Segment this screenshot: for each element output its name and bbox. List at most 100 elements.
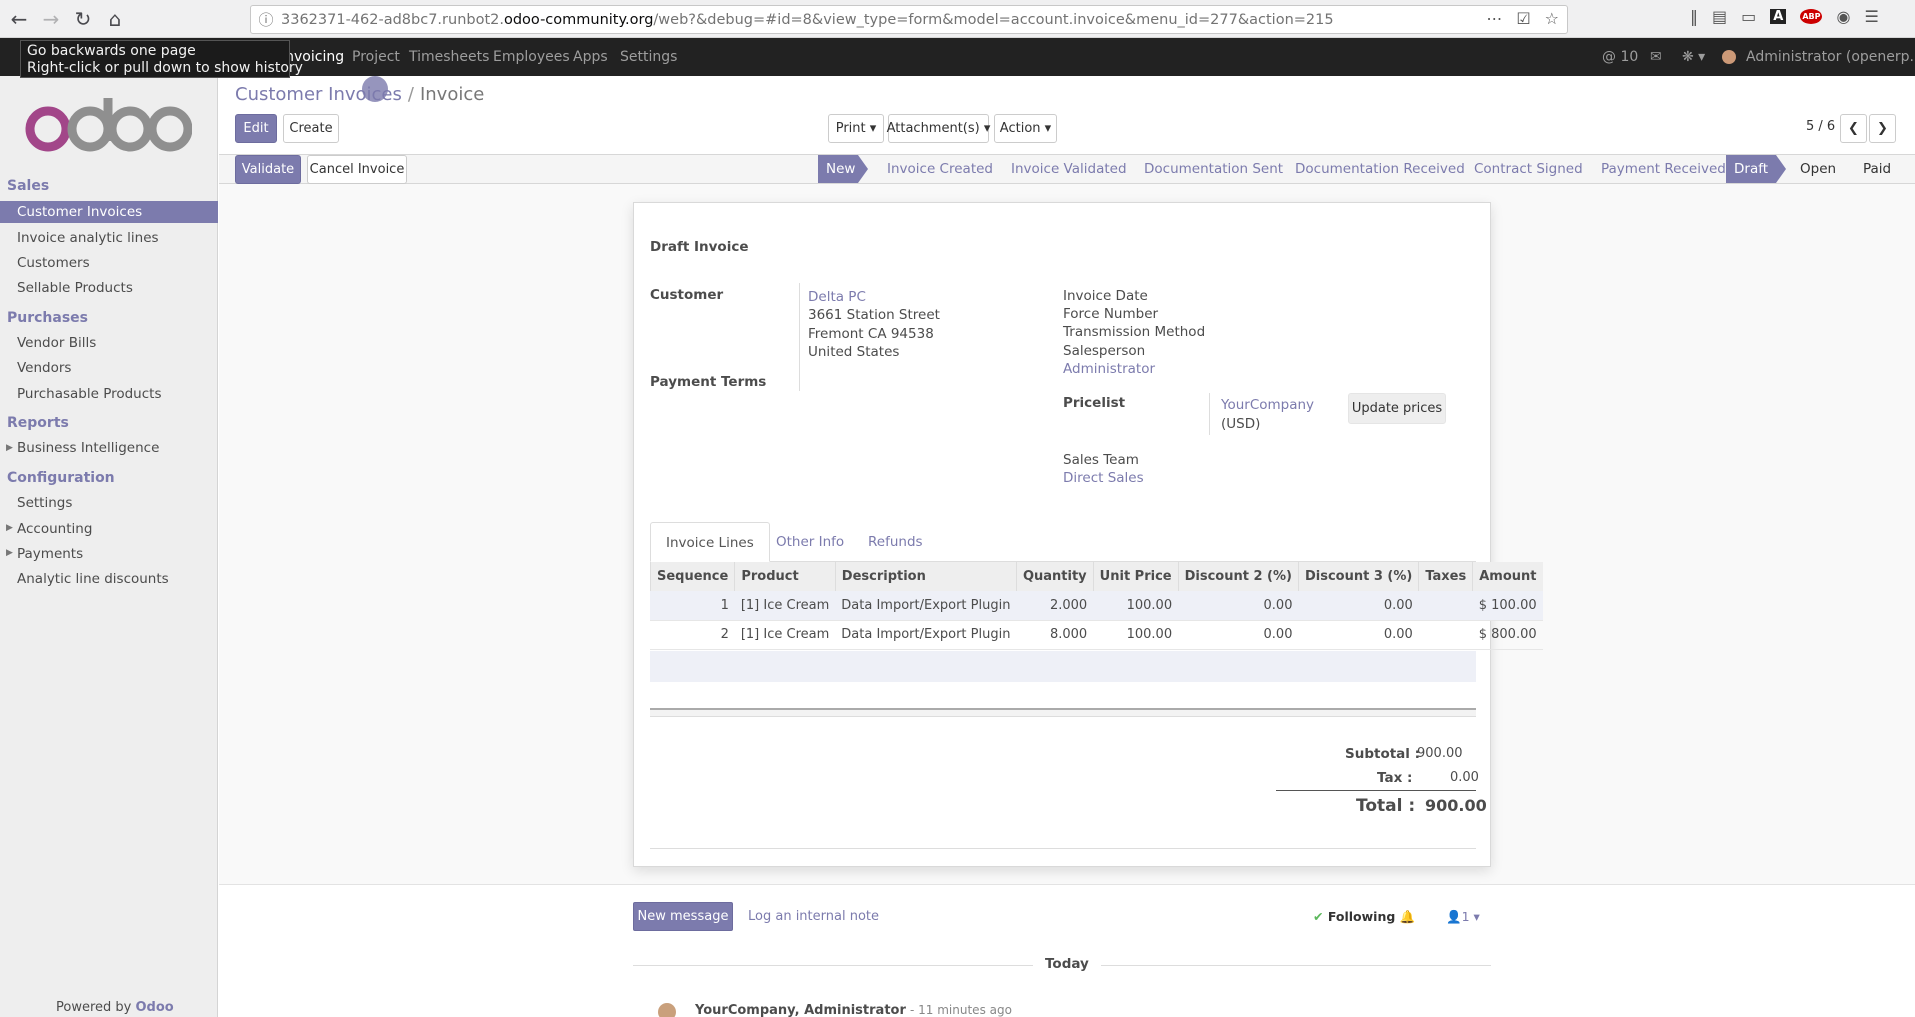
message-author[interactable]: YourCompany, Administrator <box>695 1003 906 1017</box>
stage-documentation-received[interactable]: Documentation Received <box>1287 155 1473 183</box>
reader-icon[interactable]: ▭ <box>1741 7 1756 26</box>
sidebar-item-invoice-analytic-lines[interactable]: Invoice analytic lines <box>0 227 218 249</box>
stage-invoice-created[interactable]: Invoice Created <box>879 155 1001 183</box>
pager-value[interactable]: 5 / 6 <box>1806 119 1835 134</box>
invoice-title: Draft Invoice <box>650 239 749 255</box>
home-icon[interactable]: ⌂ <box>102 6 128 32</box>
table-row[interactable]: 1 [1] Ice Cream Data Import/Export Plugi… <box>650 591 1543 621</box>
nav-apps[interactable]: Apps <box>573 49 608 65</box>
salesperson-link[interactable]: Administrator <box>1063 361 1155 377</box>
total-separator <box>1276 790 1476 791</box>
sidebar-item-settings[interactable]: Settings <box>0 492 218 514</box>
tab-invoice-lines[interactable]: Invoice Lines <box>650 522 770 562</box>
sync-icon[interactable]: ▤ <box>1712 7 1727 26</box>
sidebar-item-customers[interactable]: Customers <box>0 252 218 274</box>
log-note-link[interactable]: Log an internal note <box>748 909 879 924</box>
stage-invoice-validated[interactable]: Invoice Validated <box>1003 155 1135 183</box>
col-quantity[interactable]: Quantity <box>1015 562 1094 591</box>
pager-previous-icon[interactable]: ❮ <box>1840 114 1867 143</box>
forward-icon[interactable]: → <box>38 6 64 32</box>
subtotal-value: 900.00 <box>1417 746 1463 761</box>
new-message-button[interactable]: New message <box>633 902 733 931</box>
col-amount[interactable]: Amount <box>1472 562 1543 591</box>
cell-description: Data Import/Export Plugin <box>835 591 1017 621</box>
debug-bug-icon[interactable]: ❋ ▾ <box>1682 49 1705 65</box>
tab-refunds[interactable]: Refunds <box>853 522 938 562</box>
user-menu[interactable]: Administrator (openerp... <box>1746 49 1915 65</box>
sidebar-item-purchasable-products[interactable]: Purchasable Products <box>0 383 218 405</box>
print-button[interactable]: Print ▾ <box>828 114 884 143</box>
col-product[interactable]: Product <box>734 562 836 591</box>
url-bar[interactable]: ⓘ 3362371-462-ad8bc7.runbot2.odoo-commun… <box>250 5 1568 34</box>
nav-project[interactable]: Project <box>352 49 400 65</box>
pager-next-icon[interactable]: ❯ <box>1869 114 1896 143</box>
sidebar-item-analytic-line-discounts[interactable]: Analytic line discounts <box>0 568 218 590</box>
cancel-invoice-button[interactable]: Cancel Invoice <box>307 155 407 184</box>
tab-other-info[interactable]: Other Info <box>761 522 859 562</box>
sidebar-item-business-intelligence[interactable]: Business Intelligence <box>0 437 218 459</box>
stage-payment-received[interactable]: Payment Received <box>1593 155 1734 183</box>
customer-link[interactable]: Delta PC <box>808 289 866 305</box>
followers-dropdown[interactable]: 👤1 ▾ <box>1446 909 1480 925</box>
chat-icon[interactable]: ✉ <box>1650 49 1662 65</box>
bell-icon[interactable]: 🔔 <box>1400 909 1416 924</box>
url-text[interactable]: 3362371-462-ad8bc7.runbot2.odoo-communit… <box>281 12 1567 28</box>
sidebar-item-sellable-products[interactable]: Sellable Products <box>0 277 218 299</box>
odoo-link[interactable]: Odoo <box>136 1000 174 1015</box>
odoo-logo[interactable] <box>22 96 192 156</box>
sidebar-item-vendor-bills[interactable]: Vendor Bills <box>0 332 218 354</box>
action-button[interactable]: Action ▾ <box>994 114 1057 143</box>
sales-team-link[interactable]: Direct Sales <box>1063 470 1144 486</box>
col-description[interactable]: Description <box>834 562 1017 591</box>
sidebar-item-payments[interactable]: Payments <box>0 543 218 565</box>
customer-address-2: Fremont CA 94538 <box>808 326 934 342</box>
edit-button[interactable]: Edit <box>235 114 277 143</box>
sales-team-label: Sales Team <box>1063 452 1139 468</box>
nav-employees[interactable]: Employees <box>493 49 570 65</box>
sidebar-item-customer-invoices[interactable]: Customer Invoices <box>0 201 218 223</box>
create-button[interactable]: Create <box>283 114 339 143</box>
col-sequence[interactable]: Sequence <box>649 562 735 591</box>
col-taxes[interactable]: Taxes <box>1418 562 1473 591</box>
stage-new[interactable]: New <box>818 155 858 183</box>
attachments-button[interactable]: Attachment(s) ▾ <box>887 114 990 143</box>
stage-documentation-sent[interactable]: Documentation Sent <box>1136 155 1291 183</box>
sidebar-item-vendors[interactable]: Vendors <box>0 357 218 379</box>
nav-timesheets[interactable]: Timesheets <box>409 49 489 65</box>
col-discount-3[interactable]: Discount 3 (%) <box>1297 562 1419 591</box>
info-icon[interactable]: ⓘ <box>251 9 281 30</box>
bookmark-star-icon[interactable]: ☆ <box>1545 9 1559 28</box>
back-tooltip: Go backwards one page Right-click or pul… <box>20 40 303 78</box>
menu-icon[interactable]: ☰ <box>1864 7 1878 26</box>
stage-contract-signed[interactable]: Contract Signed <box>1466 155 1591 183</box>
col-discount-2[interactable]: Discount 2 (%) <box>1177 562 1299 591</box>
col-unit-price[interactable]: Unit Price <box>1092 562 1179 591</box>
add-line-row[interactable] <box>650 651 1476 682</box>
page-actions-icon[interactable]: ⋯ <box>1486 9 1502 28</box>
library-icon[interactable]: ‖ <box>1690 7 1698 26</box>
pocket-icon[interactable]: ☑ <box>1516 9 1530 28</box>
check-icon: ✔ <box>1313 909 1324 924</box>
validate-button[interactable]: Validate <box>235 155 301 184</box>
user-avatar[interactable] <box>1722 50 1736 64</box>
sheet-footer-line <box>650 848 1476 849</box>
chatter <box>219 884 1915 1017</box>
customer-address-1: 3661 Station Street <box>808 307 940 323</box>
pricelist-link[interactable]: YourCompany <box>1221 397 1314 413</box>
sidebar-item-accounting[interactable]: Accounting <box>0 518 218 540</box>
extension-icon[interactable]: ◉ <box>1836 7 1850 26</box>
back-icon[interactable]: ← <box>6 6 32 32</box>
cell-unit-price: 100.00 <box>1093 591 1179 621</box>
update-prices-button[interactable]: Update prices <box>1348 393 1446 424</box>
cell-taxes <box>1418 591 1473 621</box>
table-row[interactable]: 2 [1] Ice Cream Data Import/Export Plugi… <box>650 620 1543 650</box>
stage-arrow-icon <box>858 155 868 183</box>
reload-icon[interactable]: ↻ <box>70 6 96 32</box>
nav-settings[interactable]: Settings <box>620 49 677 65</box>
messages-indicator[interactable]: @ 10 <box>1602 49 1638 65</box>
status-bar: Validate Cancel Invoice New Invoice Crea… <box>219 154 1915 184</box>
adblock-icon[interactable]: ABP <box>1800 9 1823 24</box>
cell-product: [1] Ice Cream <box>734 591 836 621</box>
font-icon[interactable]: A <box>1770 9 1787 24</box>
following-toggle[interactable]: ✔ Following 🔔 <box>1313 909 1415 925</box>
